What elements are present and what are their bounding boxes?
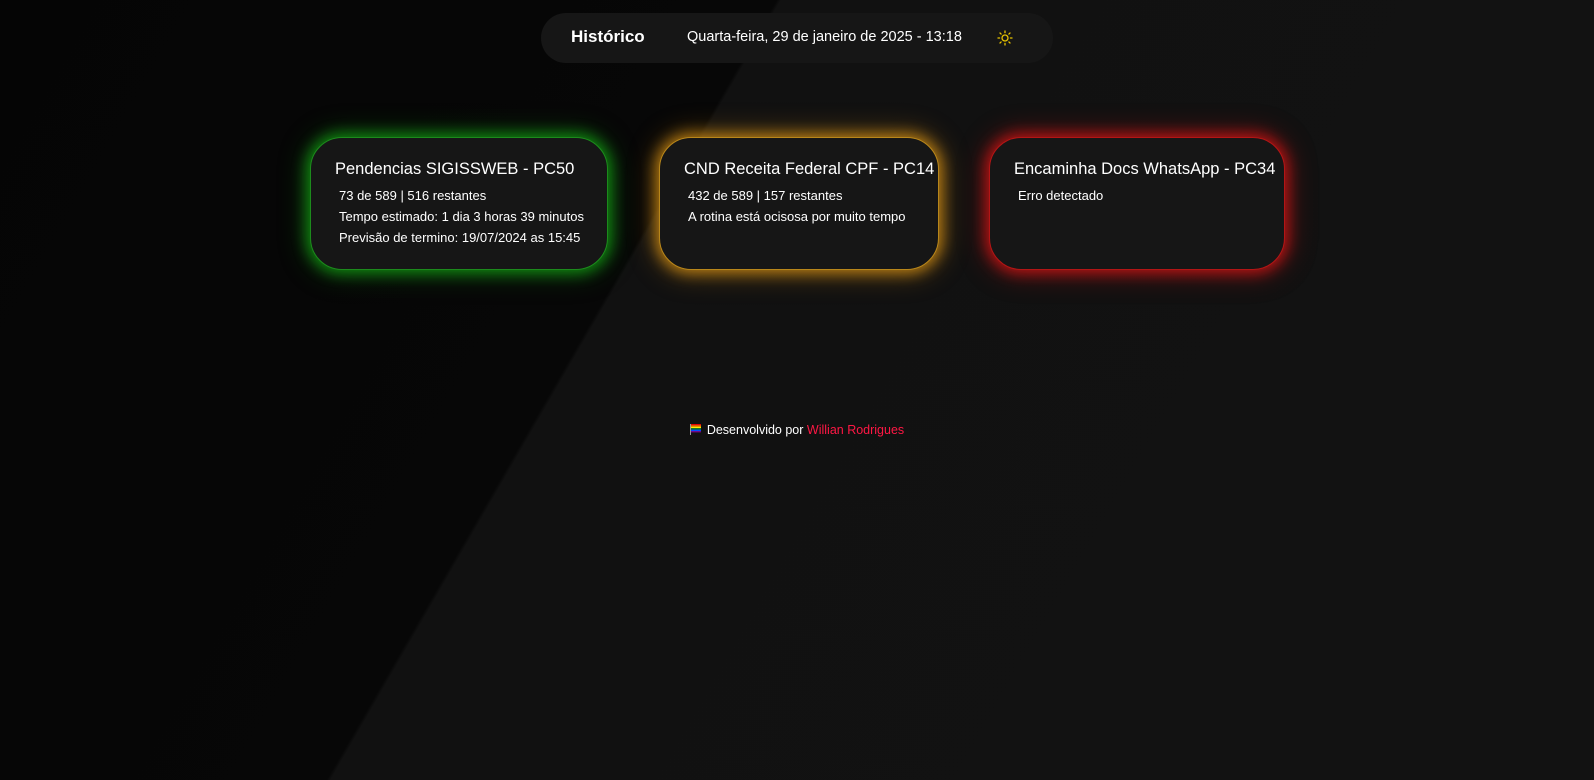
- current-datetime: Quarta-feira, 29 de janeiro de 2025 - 13…: [687, 29, 962, 45]
- sun-icon[interactable]: [997, 30, 1013, 46]
- author-link[interactable]: Willian Rodrigues: [807, 423, 904, 437]
- card-progress: 73 de 589 | 516 restantes: [339, 188, 487, 203]
- historico-link[interactable]: Histórico: [571, 27, 645, 47]
- card-idle-warning: A rotina está ocisosa por muito tempo: [688, 209, 906, 224]
- page-background: [0, 0, 1594, 780]
- footer-credit-text: Desenvolvido por: [706, 423, 804, 437]
- top-navbar: Histórico Quarta-feira, 29 de janeiro de…: [541, 13, 1053, 63]
- routine-card-cnd-receita[interactable]: CND Receita Federal CPF - PC14 432 de 58…: [659, 137, 939, 270]
- rainbow-flag-icon: [689, 424, 702, 438]
- card-title: CND Receita Federal CPF - PC14: [684, 160, 935, 178]
- card-finish-forecast: Previsão de termino: 19/07/2024 as 15:45: [339, 230, 581, 245]
- routine-cards: Pendencias SIGISSWEB - PC50 73 de 589 | …: [0, 137, 1594, 271]
- card-progress: 432 de 589 | 157 restantes: [688, 188, 843, 203]
- card-title: Pendencias SIGISSWEB - PC50: [335, 160, 575, 178]
- card-estimated-time: Tempo estimado: 1 dia 3 horas 39 minutos: [339, 209, 584, 224]
- footer: Desenvolvido por Willian Rodrigues: [0, 423, 1594, 438]
- card-title: Encaminha Docs WhatsApp - PC34: [1014, 160, 1276, 178]
- card-error-status: Erro detectado: [1018, 188, 1104, 203]
- routine-card-sigissweb[interactable]: Pendencias SIGISSWEB - PC50 73 de 589 | …: [310, 137, 608, 270]
- routine-card-whatsapp[interactable]: Encaminha Docs WhatsApp - PC34 Erro dete…: [989, 137, 1285, 270]
